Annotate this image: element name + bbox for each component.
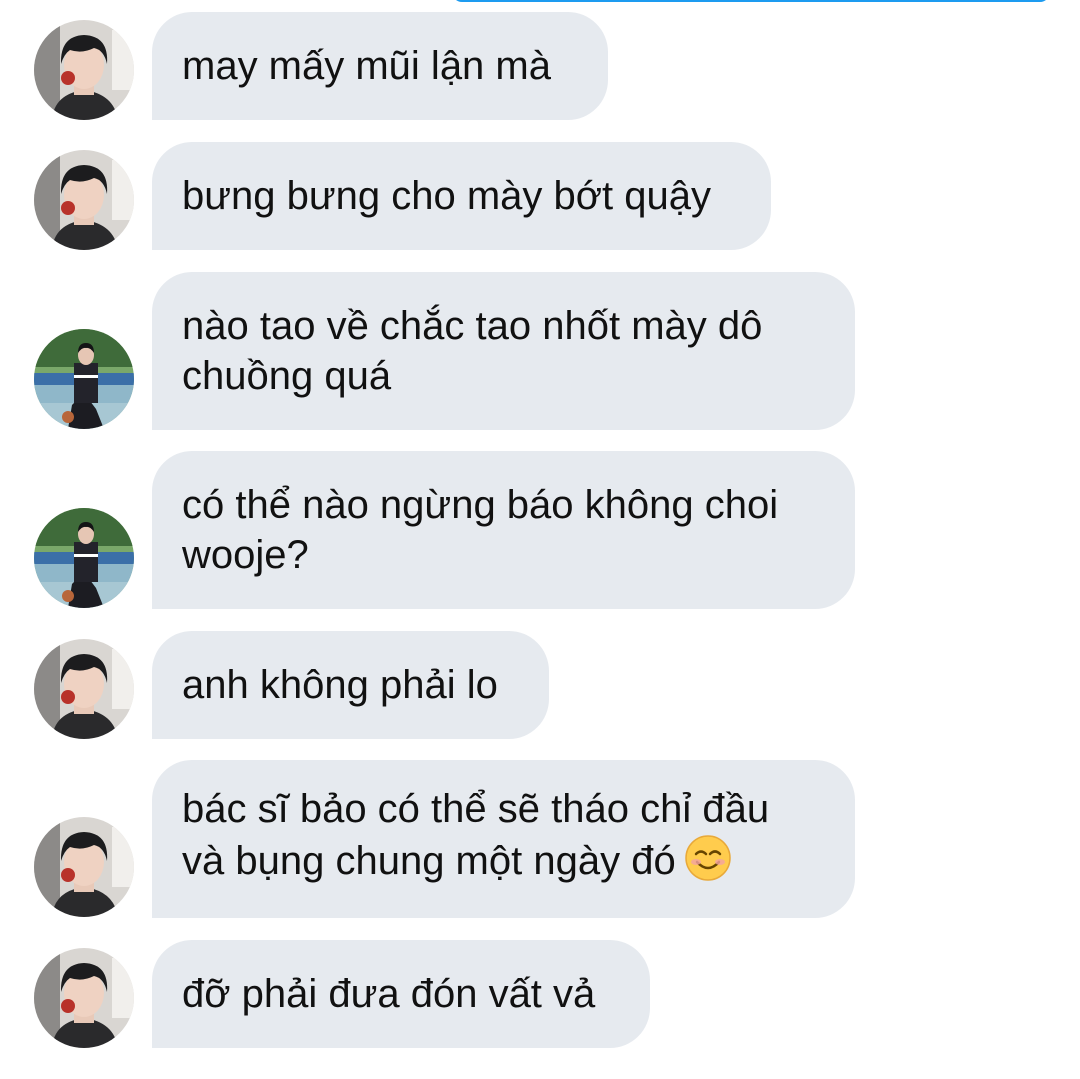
message-row: may mấy mũi lận mà <box>0 12 1080 120</box>
message-text: anh không phải lo <box>182 663 498 707</box>
message-row: nào tao về chắc tao nhốt mày dô chuồng q… <box>0 272 1080 430</box>
message-bubble[interactable]: nào tao về chắc tao nhốt mày dô chuồng q… <box>152 272 855 430</box>
message-list[interactable]: may mấy mũi lận mà bưng bưng cho mày bớt… <box>0 0 1080 1079</box>
avatar-image <box>34 20 134 120</box>
avatar-image <box>34 948 134 1048</box>
avatar[interactable] <box>34 948 134 1048</box>
avatar-image <box>34 817 134 917</box>
message-row: có thể nào ngừng báo không choi wooje? <box>0 451 1080 609</box>
message-text: nào tao về chắc tao nhốt mày dô chuồng q… <box>182 304 763 398</box>
avatar[interactable] <box>34 329 134 429</box>
avatar-image <box>34 639 134 739</box>
message-row: đỡ phải đưa đón vất vả <box>0 940 1080 1048</box>
message-bubble[interactable]: may mấy mũi lận mà <box>152 12 608 120</box>
message-text-content: bác sĩ bảo có thể sẽ tháo chỉ đầu và bụn… <box>182 787 770 883</box>
message-text: bưng bưng cho mày bớt quậy <box>182 174 711 218</box>
message-bubble[interactable]: anh không phải lo <box>152 631 549 739</box>
message-row: anh không phải lo <box>0 631 1080 739</box>
avatar[interactable] <box>34 150 134 250</box>
avatar[interactable] <box>34 639 134 739</box>
message-bubble[interactable]: đỡ phải đưa đón vất vả <box>152 940 650 1048</box>
message-text: có thể nào ngừng báo không choi wooje? <box>182 483 779 577</box>
avatar-image <box>34 150 134 250</box>
avatar[interactable] <box>34 20 134 120</box>
smiling-face-emoji-icon <box>684 834 732 894</box>
message-bubble[interactable]: có thể nào ngừng báo không choi wooje? <box>152 451 855 609</box>
avatar[interactable] <box>34 508 134 608</box>
message-row: bưng bưng cho mày bớt quậy <box>0 142 1080 250</box>
message-bubble[interactable]: bác sĩ bảo có thể sẽ tháo chỉ đầu và bụn… <box>152 760 855 918</box>
message-bubble[interactable]: bưng bưng cho mày bớt quậy <box>152 142 771 250</box>
avatar-image <box>34 329 134 429</box>
avatar-image <box>34 508 134 608</box>
message-text: may mấy mũi lận mà <box>182 44 551 88</box>
message-text: đỡ phải đưa đón vất vả <box>182 972 596 1016</box>
message-row: bác sĩ bảo có thể sẽ tháo chỉ đầu và bụn… <box>0 760 1080 918</box>
message-text: bác sĩ bảo có thể sẽ tháo chỉ đầu và bụn… <box>182 784 769 894</box>
avatar[interactable] <box>34 817 134 917</box>
